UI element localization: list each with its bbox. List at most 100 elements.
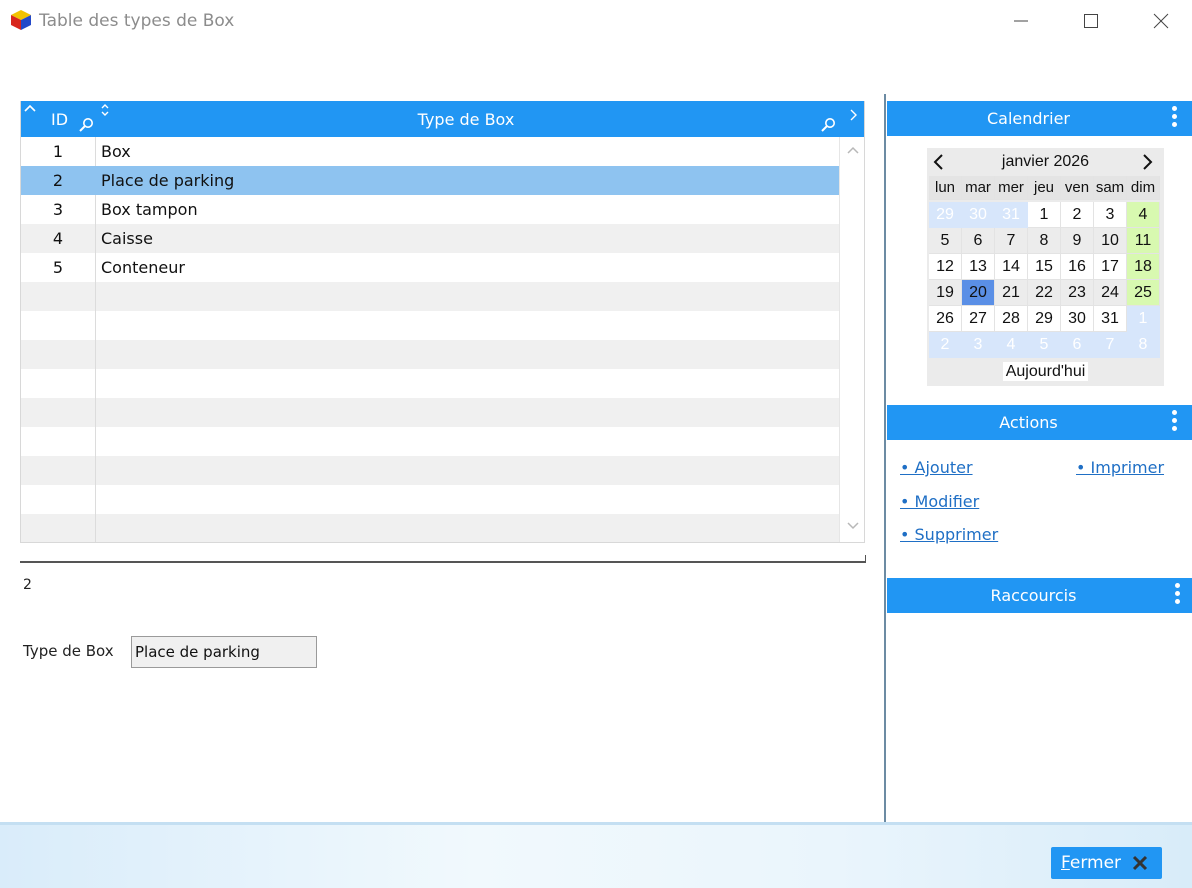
delete-link[interactable]: • Supprimer <box>900 525 998 544</box>
shortcuts-panel-title: Raccourcis <box>990 586 1077 605</box>
cell-type: Place de parking <box>101 171 235 190</box>
calendar-day[interactable]: 1 <box>1127 306 1160 332</box>
type-de-box-input[interactable] <box>131 636 317 668</box>
more-vertical-icon[interactable] <box>1173 583 1181 609</box>
calendar-day[interactable]: 23 <box>1061 280 1094 306</box>
empty-cell <box>96 340 839 369</box>
empty-row <box>21 485 839 514</box>
weekday-label: dim <box>1127 176 1160 200</box>
calendar-day[interactable]: 14 <box>995 254 1028 280</box>
chevron-down-icon[interactable] <box>846 521 860 531</box>
calendar-day[interactable]: 12 <box>929 254 962 280</box>
print-link[interactable]: • Imprimer <box>1076 458 1164 477</box>
close-window-button[interactable] <box>1138 6 1184 36</box>
close-button[interactable]: Fermer <box>1051 847 1162 879</box>
minimize-icon <box>1014 20 1028 22</box>
table-row-selected[interactable]: 2 Place de parking <box>21 166 839 195</box>
cell-id: 2 <box>21 166 96 195</box>
calendar-day[interactable]: 31 <box>995 202 1028 228</box>
calendar-day[interactable]: 29 <box>929 202 962 228</box>
chevron-up-icon[interactable] <box>846 145 860 155</box>
close-icon <box>1132 855 1148 871</box>
calendar-day-selected[interactable]: 20 <box>962 280 995 306</box>
calendar-day[interactable]: 18 <box>1127 254 1160 280</box>
calendar-day[interactable]: 9 <box>1061 228 1094 254</box>
calendar-day[interactable]: 8 <box>1127 332 1160 358</box>
calendar-day[interactable]: 7 <box>1094 332 1127 358</box>
chevron-right-icon[interactable] <box>1139 153 1155 171</box>
calendar-day[interactable]: 15 <box>1028 254 1061 280</box>
record-id: 2 <box>23 577 32 593</box>
more-vertical-icon[interactable] <box>1170 106 1178 132</box>
table-row[interactable]: 4 Caisse <box>21 224 839 253</box>
today-button[interactable]: Aujourd'hui <box>927 362 1164 381</box>
calendar-day[interactable]: 31 <box>1094 306 1127 332</box>
calendar-nav: janvier 2026 <box>927 148 1164 176</box>
actions-panel-header: Actions <box>887 405 1192 440</box>
column-header-id[interactable]: ID <box>21 101 96 137</box>
horizontal-scrollbar[interactable] <box>20 555 866 563</box>
calendar-day[interactable]: 27 <box>962 306 995 332</box>
table-row[interactable]: 5 Conteneur <box>21 253 839 282</box>
calendar-day[interactable]: 13 <box>962 254 995 280</box>
calendar-day[interactable]: 5 <box>929 228 962 254</box>
calendar-day[interactable]: 8 <box>1028 228 1061 254</box>
empty-row <box>21 282 839 311</box>
calendar-day[interactable]: 2 <box>1061 202 1094 228</box>
calendar-day[interactable]: 2 <box>929 332 962 358</box>
calendar-weekdays: lun mar mer jeu ven sam dim <box>929 176 1160 202</box>
edit-link[interactable]: • Modifier <box>900 492 979 511</box>
search-icon[interactable] <box>820 117 836 133</box>
calendar-day[interactable]: 17 <box>1094 254 1127 280</box>
calendar-day[interactable]: 3 <box>962 332 995 358</box>
calendar-week: 19 20 21 22 23 24 25 <box>929 280 1160 306</box>
calendar-day[interactable]: 29 <box>1028 306 1061 332</box>
empty-cell <box>21 311 96 340</box>
search-icon[interactable] <box>78 117 94 133</box>
table-row[interactable]: 3 Box tampon <box>21 195 839 224</box>
chevron-right-icon[interactable] <box>848 108 858 122</box>
add-link[interactable]: • Ajouter <box>900 458 973 477</box>
calendar-day[interactable]: 22 <box>1028 280 1061 306</box>
box-types-table: ID Type de Box 1 Box 2 Place de parking … <box>20 101 865 543</box>
calendar-day[interactable]: 30 <box>1061 306 1094 332</box>
cell-type: Conteneur <box>101 258 185 277</box>
calendar-day[interactable]: 10 <box>1094 228 1127 254</box>
calendar-day[interactable]: 24 <box>1094 280 1127 306</box>
calendar-day[interactable]: 19 <box>929 280 962 306</box>
minimize-button[interactable] <box>998 6 1044 36</box>
calendar-day[interactable]: 1 <box>1028 202 1061 228</box>
calendar-day[interactable]: 16 <box>1061 254 1094 280</box>
maximize-button[interactable] <box>1068 6 1114 36</box>
empty-cell <box>21 427 96 456</box>
calendar-day[interactable]: 11 <box>1127 228 1160 254</box>
calendar-day[interactable]: 4 <box>995 332 1028 358</box>
actions-panel-title: Actions <box>999 413 1058 432</box>
empty-cell <box>21 398 96 427</box>
more-vertical-icon[interactable] <box>1170 410 1178 436</box>
column-header-type[interactable]: Type de Box <box>96 101 864 137</box>
calendar-day[interactable]: 3 <box>1094 202 1127 228</box>
calendar-day[interactable]: 4 <box>1127 202 1160 228</box>
vertical-scrollbar[interactable] <box>839 137 864 542</box>
calendar-day[interactable]: 5 <box>1028 332 1061 358</box>
empty-cell <box>21 369 96 398</box>
calendar-day[interactable]: 7 <box>995 228 1028 254</box>
panel-divider[interactable] <box>884 94 886 822</box>
table-header: ID Type de Box <box>21 101 864 137</box>
calendar-day[interactable]: 30 <box>962 202 995 228</box>
calendar-day[interactable]: 26 <box>929 306 962 332</box>
calendar-week: 29 30 31 1 2 3 4 <box>929 202 1160 228</box>
calendar-day[interactable]: 25 <box>1127 280 1160 306</box>
calendar-week: 12 13 14 15 16 17 18 <box>929 254 1160 280</box>
calendar-day[interactable]: 21 <box>995 280 1028 306</box>
app-cube-icon <box>11 10 31 30</box>
cell-id: 5 <box>21 253 96 282</box>
calendar-day[interactable]: 6 <box>1061 332 1094 358</box>
calendar-day[interactable]: 28 <box>995 306 1028 332</box>
sort-ascending-icon[interactable] <box>23 103 37 113</box>
calendar-day[interactable]: 6 <box>962 228 995 254</box>
table-row[interactable]: 1 Box <box>21 137 839 166</box>
weekday-label: mar <box>962 176 995 200</box>
weekday-label: mer <box>995 176 1028 200</box>
